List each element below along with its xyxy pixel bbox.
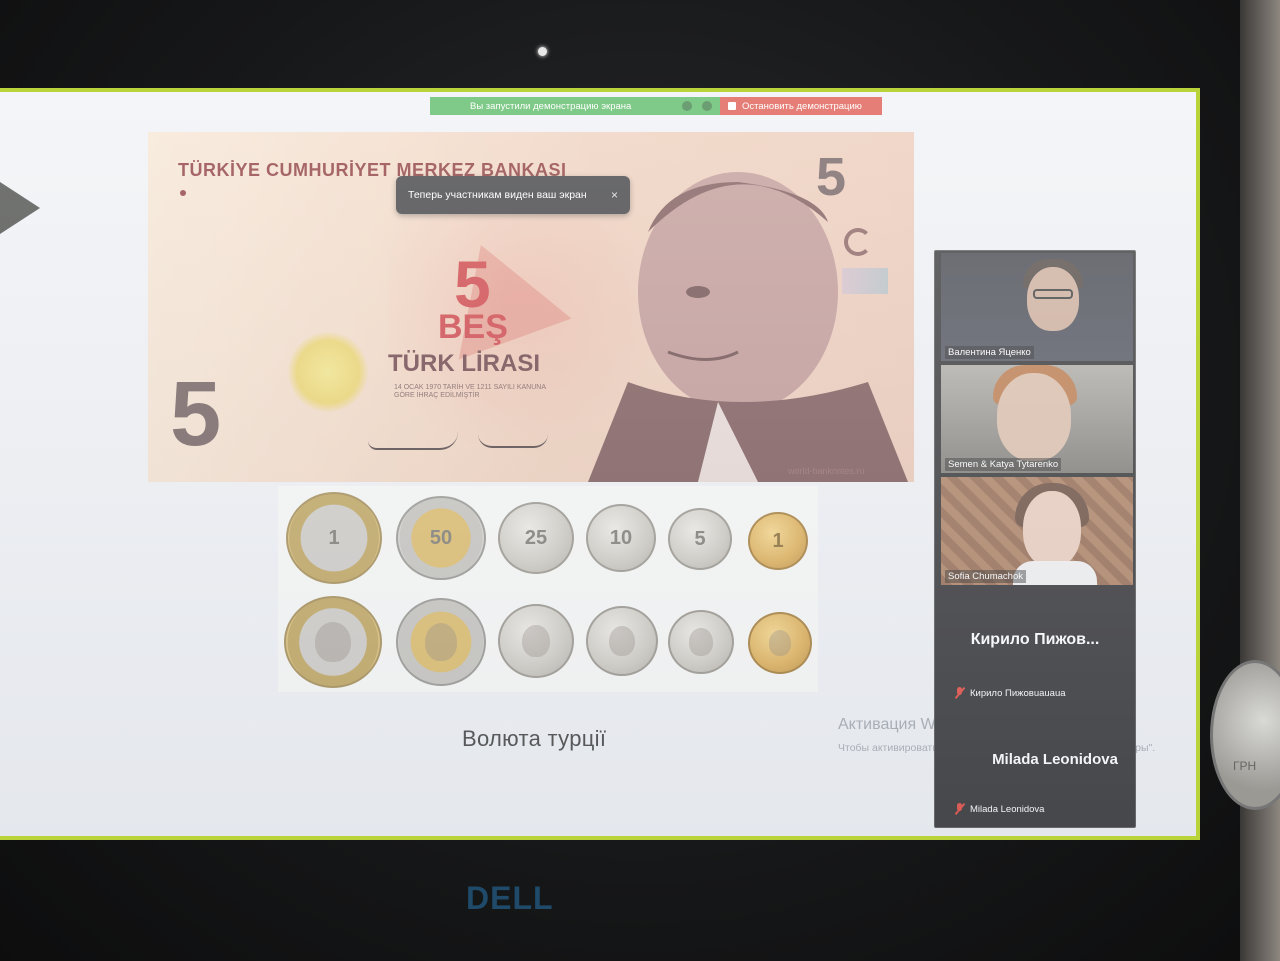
webcam-icon xyxy=(538,47,547,56)
coin-prop: ГРН xyxy=(1210,660,1280,810)
participant-name: Sofia Chumachok xyxy=(945,570,1026,583)
dell-logo: DELL xyxy=(466,880,554,916)
mic-muted-icon xyxy=(955,803,965,815)
coin-1-lira-reverse xyxy=(284,596,382,688)
toast-message: Теперь участникам виден ваш экран xyxy=(408,189,587,201)
close-icon[interactable]: × xyxy=(611,188,618,202)
participant-name: Кирило Пижовuauaua xyxy=(970,687,1066,699)
coin-25-kurus-reverse xyxy=(498,604,574,678)
banknote-currency: TÜRK LİRASI xyxy=(388,350,540,377)
coin-50-kurus: 50 xyxy=(396,496,486,580)
shield-icon[interactable] xyxy=(702,101,712,111)
banknote-numeral-large: 5 xyxy=(170,363,222,465)
coin-1-kurus: 1 xyxy=(748,512,808,570)
video-tile[interactable]: Валентина Яценко xyxy=(941,253,1133,361)
dot-icon xyxy=(180,190,186,196)
mic-icon[interactable] xyxy=(682,101,692,111)
participant-name: Semen & Katya Tytarenko xyxy=(945,458,1062,471)
banknote-word: BEŞ xyxy=(438,308,508,346)
stop-icon xyxy=(728,102,736,110)
participant-label: Кирило Пижовuauaua xyxy=(955,687,1066,699)
participant-video xyxy=(997,373,1071,461)
share-status-text: Вы запустили демонстрацию экрана xyxy=(470,100,632,112)
participants-panel: Валентина Яценко Semen & Katya Tytarenko… xyxy=(934,250,1136,828)
share-status: Вы запустили демонстрацию экрана xyxy=(430,97,720,115)
participant-name: Валентина Яценко xyxy=(945,346,1034,359)
coin-5-kurus: 5 xyxy=(668,508,732,570)
coin-25-kurus: 25 xyxy=(498,502,574,574)
participant-display-name[interactable]: Milada Leonidova xyxy=(955,751,1155,768)
banknote-site-text: world-banknotes.ru xyxy=(788,466,865,476)
coin-50-kurus-reverse xyxy=(396,598,486,686)
stop-share-button[interactable]: Остановить демонстрацию xyxy=(720,97,882,115)
coin-10-kurus: 10 xyxy=(586,504,656,572)
stop-share-label: Остановить демонстрацию xyxy=(742,100,862,112)
coin-1-lira: 1 xyxy=(286,492,382,584)
participant-name: Milada Leonidova xyxy=(970,803,1045,815)
coins-image: 1 50 25 10 5 1 xyxy=(278,486,818,692)
coin-5-kurus-reverse xyxy=(668,610,734,674)
participant-label: Milada Leonidova xyxy=(955,803,1044,815)
coin-1-kurus-reverse xyxy=(748,612,812,674)
signature-mark xyxy=(478,434,548,448)
laptop-photo: TÜRKİYE CUMHURİYET MERKEZ BANKASI 5 BEŞ … xyxy=(0,0,1280,961)
rosette-icon xyxy=(288,332,368,412)
video-tile[interactable]: Semen & Katya Tytarenko xyxy=(941,365,1133,473)
participant-display-name[interactable]: Кирило Пижов... xyxy=(935,631,1135,649)
slide-arrow-icon xyxy=(0,182,40,234)
participant-video xyxy=(1023,491,1081,567)
banknote-small-print: 14 OCAK 1970 TARİH VE 1211 SAYILI KANUNA… xyxy=(394,384,546,399)
video-tile[interactable]: Sofia Chumachok xyxy=(941,477,1133,585)
background-wall xyxy=(1240,0,1280,961)
screen-share-bar: Вы запустили демонстрацию экрана Останов… xyxy=(430,97,882,115)
slide-caption: Волюта турції xyxy=(462,726,607,751)
share-notification-toast: Теперь участникам виден ваш экран × xyxy=(396,176,630,214)
participant-video xyxy=(1027,267,1079,331)
signature-mark xyxy=(368,432,458,450)
mic-muted-icon xyxy=(955,687,965,699)
coin-10-kurus-reverse xyxy=(586,606,658,676)
laptop-screen: TÜRKİYE CUMHURİYET MERKEZ BANKASI 5 BEŞ … xyxy=(0,88,1200,840)
